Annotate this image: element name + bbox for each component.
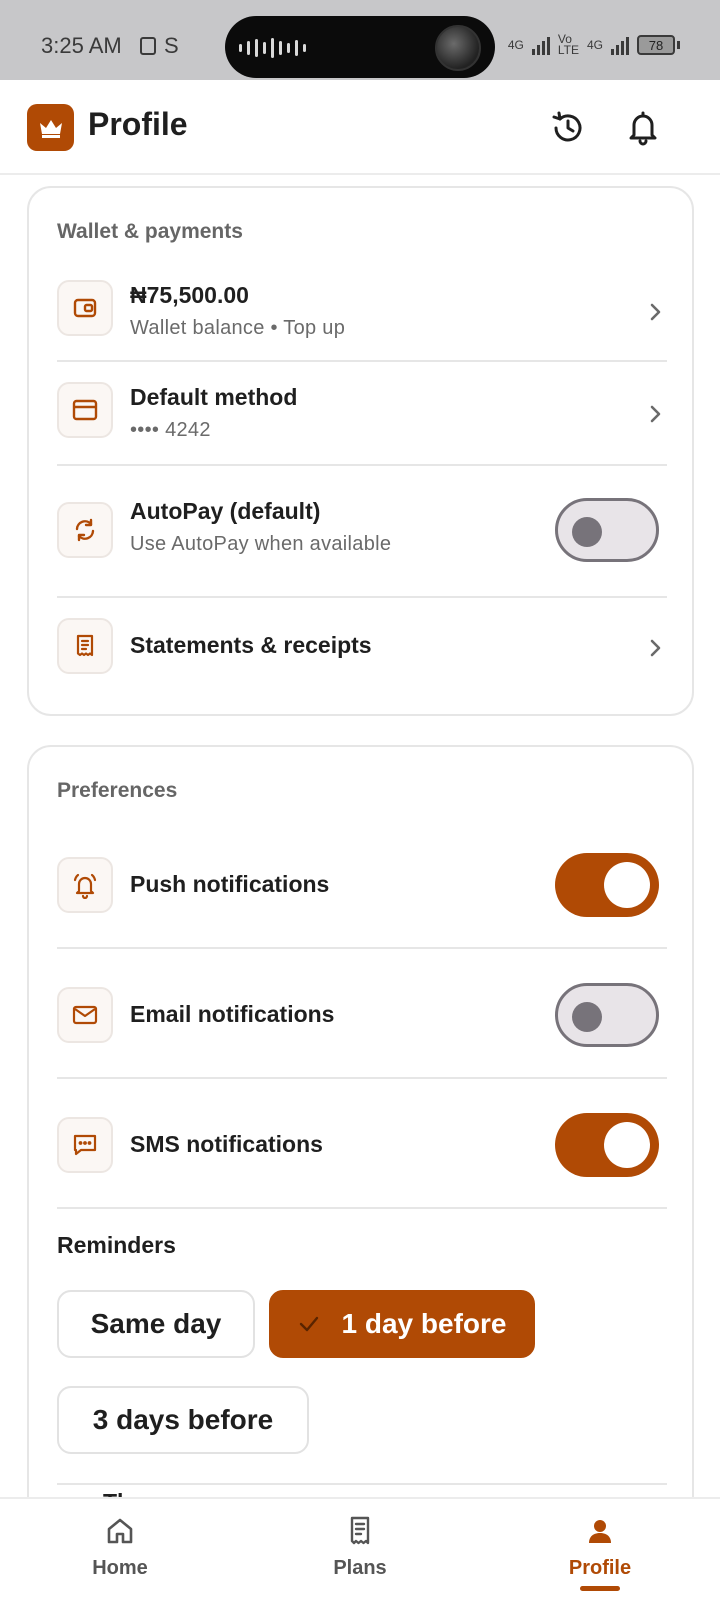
- status-left-icons: S: [140, 33, 179, 59]
- network-label-2: 4G: [586, 38, 603, 52]
- chevron-right-icon: [643, 300, 667, 324]
- nav-label: Profile: [568, 1557, 632, 1579]
- chip-label: 3 days before: [92, 1404, 274, 1435]
- message-icon: [57, 1117, 113, 1173]
- wallet-payments-card: Wallet & payments ₦75,500.00 Wallet bala…: [27, 186, 694, 716]
- divider: [57, 1077, 667, 1079]
- app-header: Profile: [0, 80, 720, 175]
- bottom-nav: Home Plans Profile: [0, 1497, 720, 1600]
- network-label-1: 4G: [507, 38, 524, 52]
- divider: [57, 1483, 667, 1485]
- active-indicator: [580, 1586, 620, 1591]
- nav-home[interactable]: Home: [60, 1499, 180, 1600]
- preferences-card: Preferences Push notifications Email not…: [27, 745, 694, 1545]
- sms-notifications-toggle[interactable]: [555, 1113, 659, 1177]
- home-icon: [104, 1515, 136, 1547]
- signal-icon-2: [611, 35, 629, 55]
- sim-icon: [140, 37, 156, 55]
- reminder-chip-same-day[interactable]: Same day: [57, 1290, 255, 1358]
- carrier-glyph: S: [164, 33, 179, 58]
- toggle-knob: [572, 1002, 602, 1032]
- autopay-row: AutoPay (default) Use AutoPay when avail…: [57, 498, 667, 562]
- card-title: Wallet & payments: [57, 220, 243, 243]
- email-notifications-title: Email notifications: [130, 1001, 335, 1027]
- card-title: Preferences: [57, 779, 178, 802]
- push-notifications-title: Push notifications: [130, 871, 330, 897]
- reminder-chip-3-days-before[interactable]: 3 days before: [57, 1386, 309, 1454]
- statements-row[interactable]: Statements & receipts: [57, 618, 667, 678]
- receipt-icon: [344, 1515, 376, 1547]
- mail-icon: [57, 987, 113, 1043]
- person-icon: [584, 1515, 616, 1547]
- divider: [57, 596, 667, 598]
- battery-tip: [677, 41, 680, 49]
- sms-notifications-title: SMS notifications: [130, 1131, 323, 1157]
- wallet-balance-value: ₦75,500.00: [130, 282, 249, 308]
- statements-title: Statements & receipts: [130, 632, 372, 658]
- divider: [57, 464, 667, 466]
- chevron-right-icon: [643, 636, 667, 660]
- status-time: 3:25 AM: [41, 33, 122, 58]
- email-notifications-toggle[interactable]: [555, 983, 659, 1047]
- bell-icon[interactable]: [621, 106, 665, 150]
- bell-ring-icon: [57, 857, 113, 913]
- nav-label: Home: [92, 1557, 148, 1579]
- nav-label: Plans: [333, 1557, 387, 1579]
- autopay-toggle[interactable]: [555, 498, 659, 562]
- status-bar: 3:25 AM S 4G Vo LTE 4G 78: [0, 0, 720, 80]
- wallet-balance-subtitle: Wallet balance • Top up: [130, 317, 346, 339]
- chip-label: Same day: [90, 1308, 222, 1339]
- toggle-knob: [572, 517, 602, 547]
- refresh-icon: [57, 502, 113, 558]
- card-icon: [57, 382, 113, 438]
- toggle-knob: [604, 1122, 650, 1168]
- default-method-title: Default method: [130, 384, 298, 410]
- divider: [57, 947, 667, 949]
- crown-icon: [27, 104, 74, 151]
- wallet-balance-row[interactable]: ₦75,500.00 Wallet balance • Top up: [57, 280, 667, 344]
- push-notifications-row: Push notifications: [57, 853, 667, 917]
- battery-icon: 78: [637, 35, 675, 55]
- volte-bottom: LTE: [557, 43, 579, 57]
- toggle-knob: [604, 862, 650, 908]
- status-right-icons: 4G Vo LTE 4G 78: [507, 33, 680, 57]
- wallet-icon: [57, 280, 113, 336]
- now-playing-avatar: [435, 25, 481, 71]
- reminders-label: Reminders: [57, 1232, 176, 1258]
- sms-notifications-row: SMS notifications: [57, 1113, 667, 1177]
- divider: [57, 360, 667, 362]
- autopay-title: AutoPay (default): [130, 498, 321, 524]
- nav-plans[interactable]: Plans: [300, 1499, 420, 1600]
- signal-icon: [531, 35, 550, 55]
- chevron-right-icon: [643, 402, 667, 426]
- autopay-subtitle: Use AutoPay when available: [130, 533, 392, 555]
- chip-label: 1 day before: [341, 1308, 507, 1339]
- push-notifications-toggle[interactable]: [555, 853, 659, 917]
- email-notifications-row: Email notifications: [57, 983, 667, 1047]
- volte-icon: Vo LTE: [557, 33, 579, 57]
- history-icon[interactable]: [546, 106, 590, 150]
- default-method-row[interactable]: Default method •••• 4242: [57, 382, 667, 446]
- page-title: Profile: [88, 106, 188, 142]
- default-method-subtitle: •••• 4242: [130, 419, 211, 441]
- receipt-icon: [57, 618, 113, 674]
- check-icon: [298, 1315, 320, 1333]
- dynamic-island: [225, 16, 495, 78]
- divider: [57, 1207, 667, 1209]
- reminder-chip-1-day-before[interactable]: 1 day before: [269, 1290, 535, 1358]
- nav-profile[interactable]: Profile: [540, 1499, 660, 1600]
- audio-wave-icon: [239, 38, 306, 58]
